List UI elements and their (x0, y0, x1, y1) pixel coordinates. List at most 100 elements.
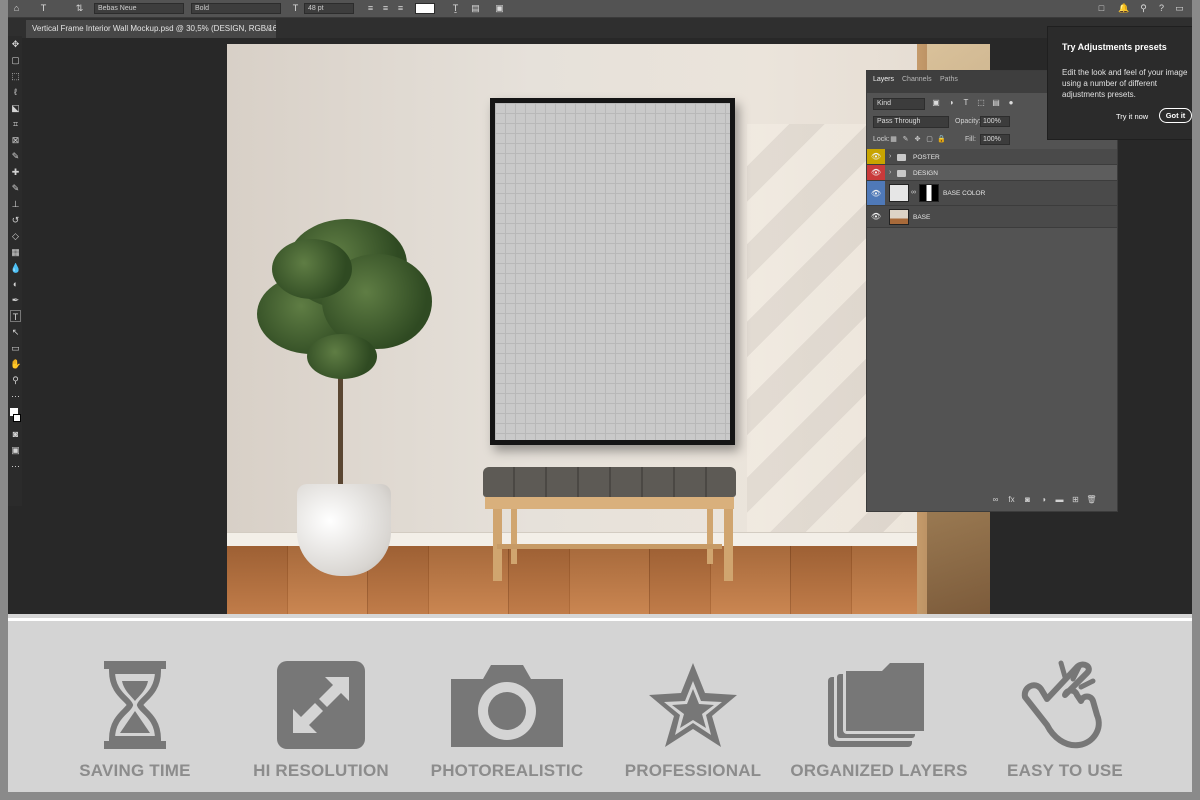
zoom-tool-icon[interactable]: ⚲ (10, 374, 21, 386)
hand-tool-icon[interactable]: ✋ (10, 358, 21, 370)
align-center-icon[interactable]: ≡ (380, 3, 391, 14)
dodge-tool-icon[interactable]: ◐ (10, 278, 21, 290)
edit-toolbar-icon[interactable]: ⋯ (10, 460, 21, 472)
eraser-tool-icon[interactable]: ◇ (10, 230, 21, 242)
link-layers-icon[interactable]: ∞ (990, 494, 1001, 505)
fill-input[interactable]: 100% (980, 134, 1010, 145)
link-icon[interactable]: ∞ (911, 189, 916, 196)
lock-artboard-icon[interactable]: ▢ (925, 135, 934, 144)
align-right-icon[interactable]: ≡ (395, 3, 406, 14)
lock-transparent-icon[interactable]: ▦ (889, 135, 898, 144)
layer-style-icon[interactable]: fx (1006, 494, 1017, 505)
filter-toggle-icon[interactable]: ● (1006, 98, 1016, 108)
close-tab-icon[interactable]: × (267, 20, 272, 38)
opacity-label: Opacity: (955, 118, 981, 125)
healing-brush-tool-icon[interactable]: ✚ (10, 166, 21, 178)
rectangle-tool-icon[interactable]: ▭ (10, 342, 21, 354)
layer-filter-select[interactable]: Kind (873, 98, 925, 110)
eyedropper-tool-icon[interactable]: ✎ (10, 150, 21, 162)
lock-position-icon[interactable]: ✥ (913, 135, 922, 144)
type-tool-icon[interactable]: T (38, 3, 49, 14)
tab-layers[interactable]: Layers (873, 76, 894, 83)
new-group-icon[interactable]: ▬ (1054, 494, 1065, 505)
filter-type-icon[interactable]: T (961, 98, 971, 108)
group-expand-icon[interactable]: › (889, 169, 891, 176)
layer-row-base-color[interactable]: 👁 ∞ BASE COLOR (867, 181, 1117, 206)
search-icon[interactable]: ⚲ (1138, 3, 1149, 14)
notifications-icon[interactable]: 🔔 (1118, 3, 1129, 14)
crop-tool-icon[interactable]: ⌗ (10, 118, 21, 130)
text-color-swatch[interactable] (415, 3, 435, 14)
lasso-tool-icon[interactable]: ℓ (10, 86, 21, 98)
font-style-select[interactable]: Bold (191, 3, 281, 14)
filter-pixel-icon[interactable]: ▣ (931, 98, 941, 108)
font-size-select[interactable]: 48 pt (304, 3, 354, 14)
workspace-icon[interactable]: ▭ (1174, 3, 1185, 14)
add-mask-icon[interactable]: ◙ (1022, 494, 1033, 505)
layer-name: BASE COLOR (943, 190, 986, 197)
layer-row-poster[interactable]: 👁 › POSTER (867, 149, 1117, 165)
adjustment-layer-icon[interactable]: ◑ (1038, 494, 1049, 505)
artboard-tool-icon[interactable]: ▢ (10, 54, 21, 66)
layer-row-base[interactable]: 👁 BASE (867, 206, 1117, 228)
brush-tool-icon[interactable]: ✎ (10, 182, 21, 194)
lock-all-icon[interactable]: 🔒 (937, 135, 946, 144)
delete-layer-icon[interactable]: 🗑 (1086, 494, 1097, 505)
move-tool-icon[interactable]: ✥ (10, 38, 21, 50)
visibility-eye-icon[interactable]: 👁 (867, 206, 885, 227)
finger-snap-icon (1021, 660, 1102, 749)
gradient-tool-icon[interactable]: ▦ (10, 246, 21, 258)
popup-title: Try Adjustments presets (1062, 42, 1167, 52)
document-tab[interactable]: Vertical Frame Interior Wall Mockup.psd … (26, 20, 276, 38)
filter-shape-icon[interactable]: ⬚ (976, 98, 986, 108)
poster-placeholder[interactable] (495, 103, 730, 440)
lock-image-icon[interactable]: ✎ (901, 135, 910, 144)
screen-mode-icon[interactable]: ▣ (10, 444, 21, 456)
share-icon[interactable]: □ (1096, 3, 1107, 14)
visibility-eye-icon[interactable]: 👁 (867, 165, 885, 180)
visibility-eye-icon[interactable]: 👁 (867, 149, 885, 164)
bench-rail (485, 497, 734, 509)
3d-icon[interactable]: ▣ (494, 3, 505, 14)
feature-label: EASY TO USE (1007, 761, 1123, 780)
font-size-icon: T (292, 3, 299, 13)
home-icon[interactable]: ⌂ (11, 3, 22, 14)
clone-stamp-tool-icon[interactable]: ⊥ (10, 198, 21, 210)
path-selection-tool-icon[interactable]: ↖ (10, 326, 21, 338)
tab-paths[interactable]: Paths (940, 76, 958, 83)
new-layer-icon[interactable]: ⊞ (1070, 494, 1081, 505)
blur-tool-icon[interactable]: 💧 (10, 262, 21, 274)
align-left-icon[interactable]: ≡ (365, 3, 376, 14)
layers-panel-footer: ∞ fx ◙ ◑ ▬ ⊞ 🗑 (867, 489, 1117, 511)
marquee-tool-icon[interactable]: ⬚ (10, 70, 21, 82)
feature-label: HI RESOLUTION (253, 761, 389, 780)
more-tools-icon[interactable]: ⋯ (10, 390, 21, 402)
filter-adjustment-icon[interactable]: ◑ (946, 98, 956, 108)
history-brush-tool-icon[interactable]: ↺ (10, 214, 21, 226)
object-selection-tool-icon[interactable]: ⬕ (10, 102, 21, 114)
warp-text-icon[interactable]: Ṯ (450, 3, 461, 14)
font-family-select[interactable]: Bebas Neue (94, 3, 184, 14)
background-color-swatch[interactable] (13, 414, 21, 422)
help-icon[interactable]: ? (1156, 3, 1167, 14)
opacity-input[interactable]: 100% (980, 116, 1010, 127)
type-tool-active-icon[interactable]: T (10, 310, 21, 322)
visibility-eye-icon[interactable]: 👁 (867, 181, 885, 205)
frame-tool-icon[interactable]: ⊠ (10, 134, 21, 146)
try-it-now-link[interactable]: Try it now (1116, 112, 1148, 121)
filter-smart-object-icon[interactable]: ▤ (991, 98, 1001, 108)
quick-mask-icon[interactable]: ◙ (10, 428, 21, 440)
got-it-button[interactable]: Got it (1159, 108, 1192, 123)
tab-channels[interactable]: Channels (902, 76, 932, 83)
pen-tool-icon[interactable]: ✒ (10, 294, 21, 306)
layer-row-design[interactable]: 👁 › DESIGN (867, 165, 1117, 181)
character-panel-icon[interactable]: ▤ (470, 3, 481, 14)
plant-leaves (272, 239, 352, 299)
poster-frame (490, 98, 735, 445)
feature-photorealistic: PHOTOREALISTIC (412, 621, 602, 791)
orient-text-icon[interactable]: ⇅ (74, 3, 85, 14)
adjustments-presets-popup: Try Adjustments presets Edit the look an… (1047, 26, 1192, 140)
blend-mode-select[interactable]: Pass Through (873, 116, 949, 128)
layer-mask-thumbnail[interactable] (919, 184, 939, 202)
group-expand-icon[interactable]: › (889, 153, 891, 160)
